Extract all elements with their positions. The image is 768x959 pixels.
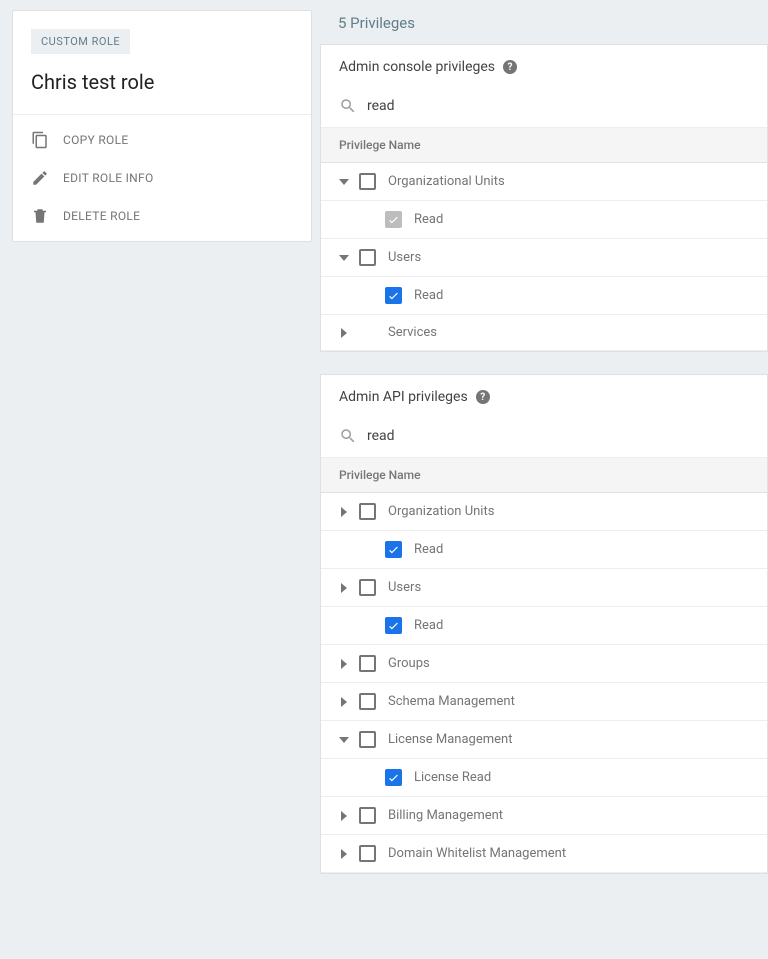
chevron-right-icon xyxy=(339,659,349,669)
help-icon[interactable]: ? xyxy=(476,390,490,404)
help-icon[interactable]: ? xyxy=(503,60,517,74)
priv-label: Groups xyxy=(388,656,430,671)
expand-toggle[interactable] xyxy=(335,328,353,338)
priv-api-domain[interactable]: Domain Whitelist Management xyxy=(321,835,767,873)
priv-label: Users xyxy=(388,250,421,265)
expand-toggle[interactable] xyxy=(335,697,353,707)
priv-label: Billing Management xyxy=(388,808,503,823)
search-icon xyxy=(339,427,357,445)
checkbox-org-units[interactable] xyxy=(359,173,376,190)
priv-label: Read xyxy=(414,618,443,633)
checkbox[interactable] xyxy=(359,655,376,672)
priv-label: Schema Management xyxy=(388,694,515,709)
copy-role-label: COPY ROLE xyxy=(63,133,128,147)
copy-icon xyxy=(31,131,49,149)
priv-api-org-units-read[interactable]: Read xyxy=(321,531,767,569)
priv-label: Read xyxy=(414,288,443,303)
copy-role-button[interactable]: COPY ROLE xyxy=(13,121,311,159)
edit-role-button[interactable]: EDIT ROLE INFO xyxy=(13,159,311,197)
priv-api-users-read[interactable]: Read xyxy=(321,607,767,645)
role-type-badge: CUSTOM ROLE xyxy=(31,29,130,54)
expand-toggle[interactable] xyxy=(335,507,353,517)
edit-role-label: EDIT ROLE INFO xyxy=(63,171,154,185)
checkbox[interactable] xyxy=(385,541,402,558)
search-icon xyxy=(339,97,357,115)
chevron-down-icon xyxy=(339,177,349,187)
priv-api-license[interactable]: License Management xyxy=(321,721,767,759)
priv-label: Organization Units xyxy=(388,504,494,519)
api-search-row xyxy=(321,419,767,458)
priv-users[interactable]: Users xyxy=(321,239,767,277)
expand-toggle[interactable] xyxy=(335,735,353,745)
priv-users-read[interactable]: Read xyxy=(321,277,767,315)
checkbox[interactable] xyxy=(359,807,376,824)
console-column-header: Privilege Name xyxy=(321,128,767,163)
edit-icon xyxy=(31,169,49,187)
expand-toggle[interactable] xyxy=(335,583,353,593)
priv-api-groups[interactable]: Groups xyxy=(321,645,767,683)
privileges-header: 5 Privileges xyxy=(320,0,768,45)
checkbox[interactable] xyxy=(359,503,376,520)
role-card: CUSTOM ROLE Chris test role COPY ROLE ED… xyxy=(12,10,312,242)
api-section-title: Admin API privileges xyxy=(339,389,468,405)
priv-api-org-units[interactable]: Organization Units xyxy=(321,493,767,531)
priv-label: Services xyxy=(388,325,437,340)
delete-role-label: DELETE ROLE xyxy=(63,209,140,223)
checkbox[interactable] xyxy=(385,769,402,786)
delete-role-button[interactable]: DELETE ROLE xyxy=(13,197,311,235)
expand-toggle[interactable] xyxy=(335,253,353,263)
role-name: Chris test role xyxy=(31,70,293,94)
priv-api-users[interactable]: Users xyxy=(321,569,767,607)
console-section-title: Admin console privileges xyxy=(339,59,495,75)
priv-label: Users xyxy=(388,580,421,595)
chevron-right-icon xyxy=(339,849,349,859)
checkbox[interactable] xyxy=(359,693,376,710)
chevron-down-icon xyxy=(339,253,349,263)
checkbox-users[interactable] xyxy=(359,249,376,266)
checkbox[interactable] xyxy=(359,731,376,748)
priv-api-schema[interactable]: Schema Management xyxy=(321,683,767,721)
checkbox-org-units-read xyxy=(385,211,402,228)
priv-label: Read xyxy=(414,212,443,227)
priv-api-billing[interactable]: Billing Management xyxy=(321,797,767,835)
api-column-header: Privilege Name xyxy=(321,458,767,493)
expand-toggle[interactable] xyxy=(335,177,353,187)
priv-org-units-read[interactable]: Read xyxy=(321,201,767,239)
checkbox[interactable] xyxy=(385,617,402,634)
expand-toggle[interactable] xyxy=(335,849,353,859)
priv-api-license-read[interactable]: License Read xyxy=(321,759,767,797)
priv-label: Domain Whitelist Management xyxy=(388,846,566,861)
console-search-row xyxy=(321,89,767,128)
expand-toggle[interactable] xyxy=(335,659,353,669)
expand-toggle[interactable] xyxy=(335,811,353,821)
chevron-right-icon xyxy=(339,583,349,593)
priv-label: Organizational Units xyxy=(388,174,505,189)
checkbox-users-read[interactable] xyxy=(385,287,402,304)
chevron-right-icon xyxy=(339,811,349,821)
delete-icon xyxy=(31,207,49,225)
chevron-right-icon xyxy=(339,328,349,338)
chevron-right-icon xyxy=(339,697,349,707)
chevron-right-icon xyxy=(339,507,349,517)
checkbox[interactable] xyxy=(359,845,376,862)
priv-services[interactable]: Services xyxy=(321,315,767,351)
console-privileges-section: Admin console privileges ? Privilege Nam… xyxy=(320,45,768,352)
checkbox[interactable] xyxy=(359,579,376,596)
priv-label: License Read xyxy=(414,770,491,785)
api-search-input[interactable] xyxy=(367,428,749,444)
chevron-down-icon xyxy=(339,735,349,745)
priv-org-units[interactable]: Organizational Units xyxy=(321,163,767,201)
api-privileges-section: Admin API privileges ? Privilege Name Or… xyxy=(320,374,768,874)
console-search-input[interactable] xyxy=(367,98,749,114)
priv-label: Read xyxy=(414,542,443,557)
priv-label: License Management xyxy=(388,732,512,747)
